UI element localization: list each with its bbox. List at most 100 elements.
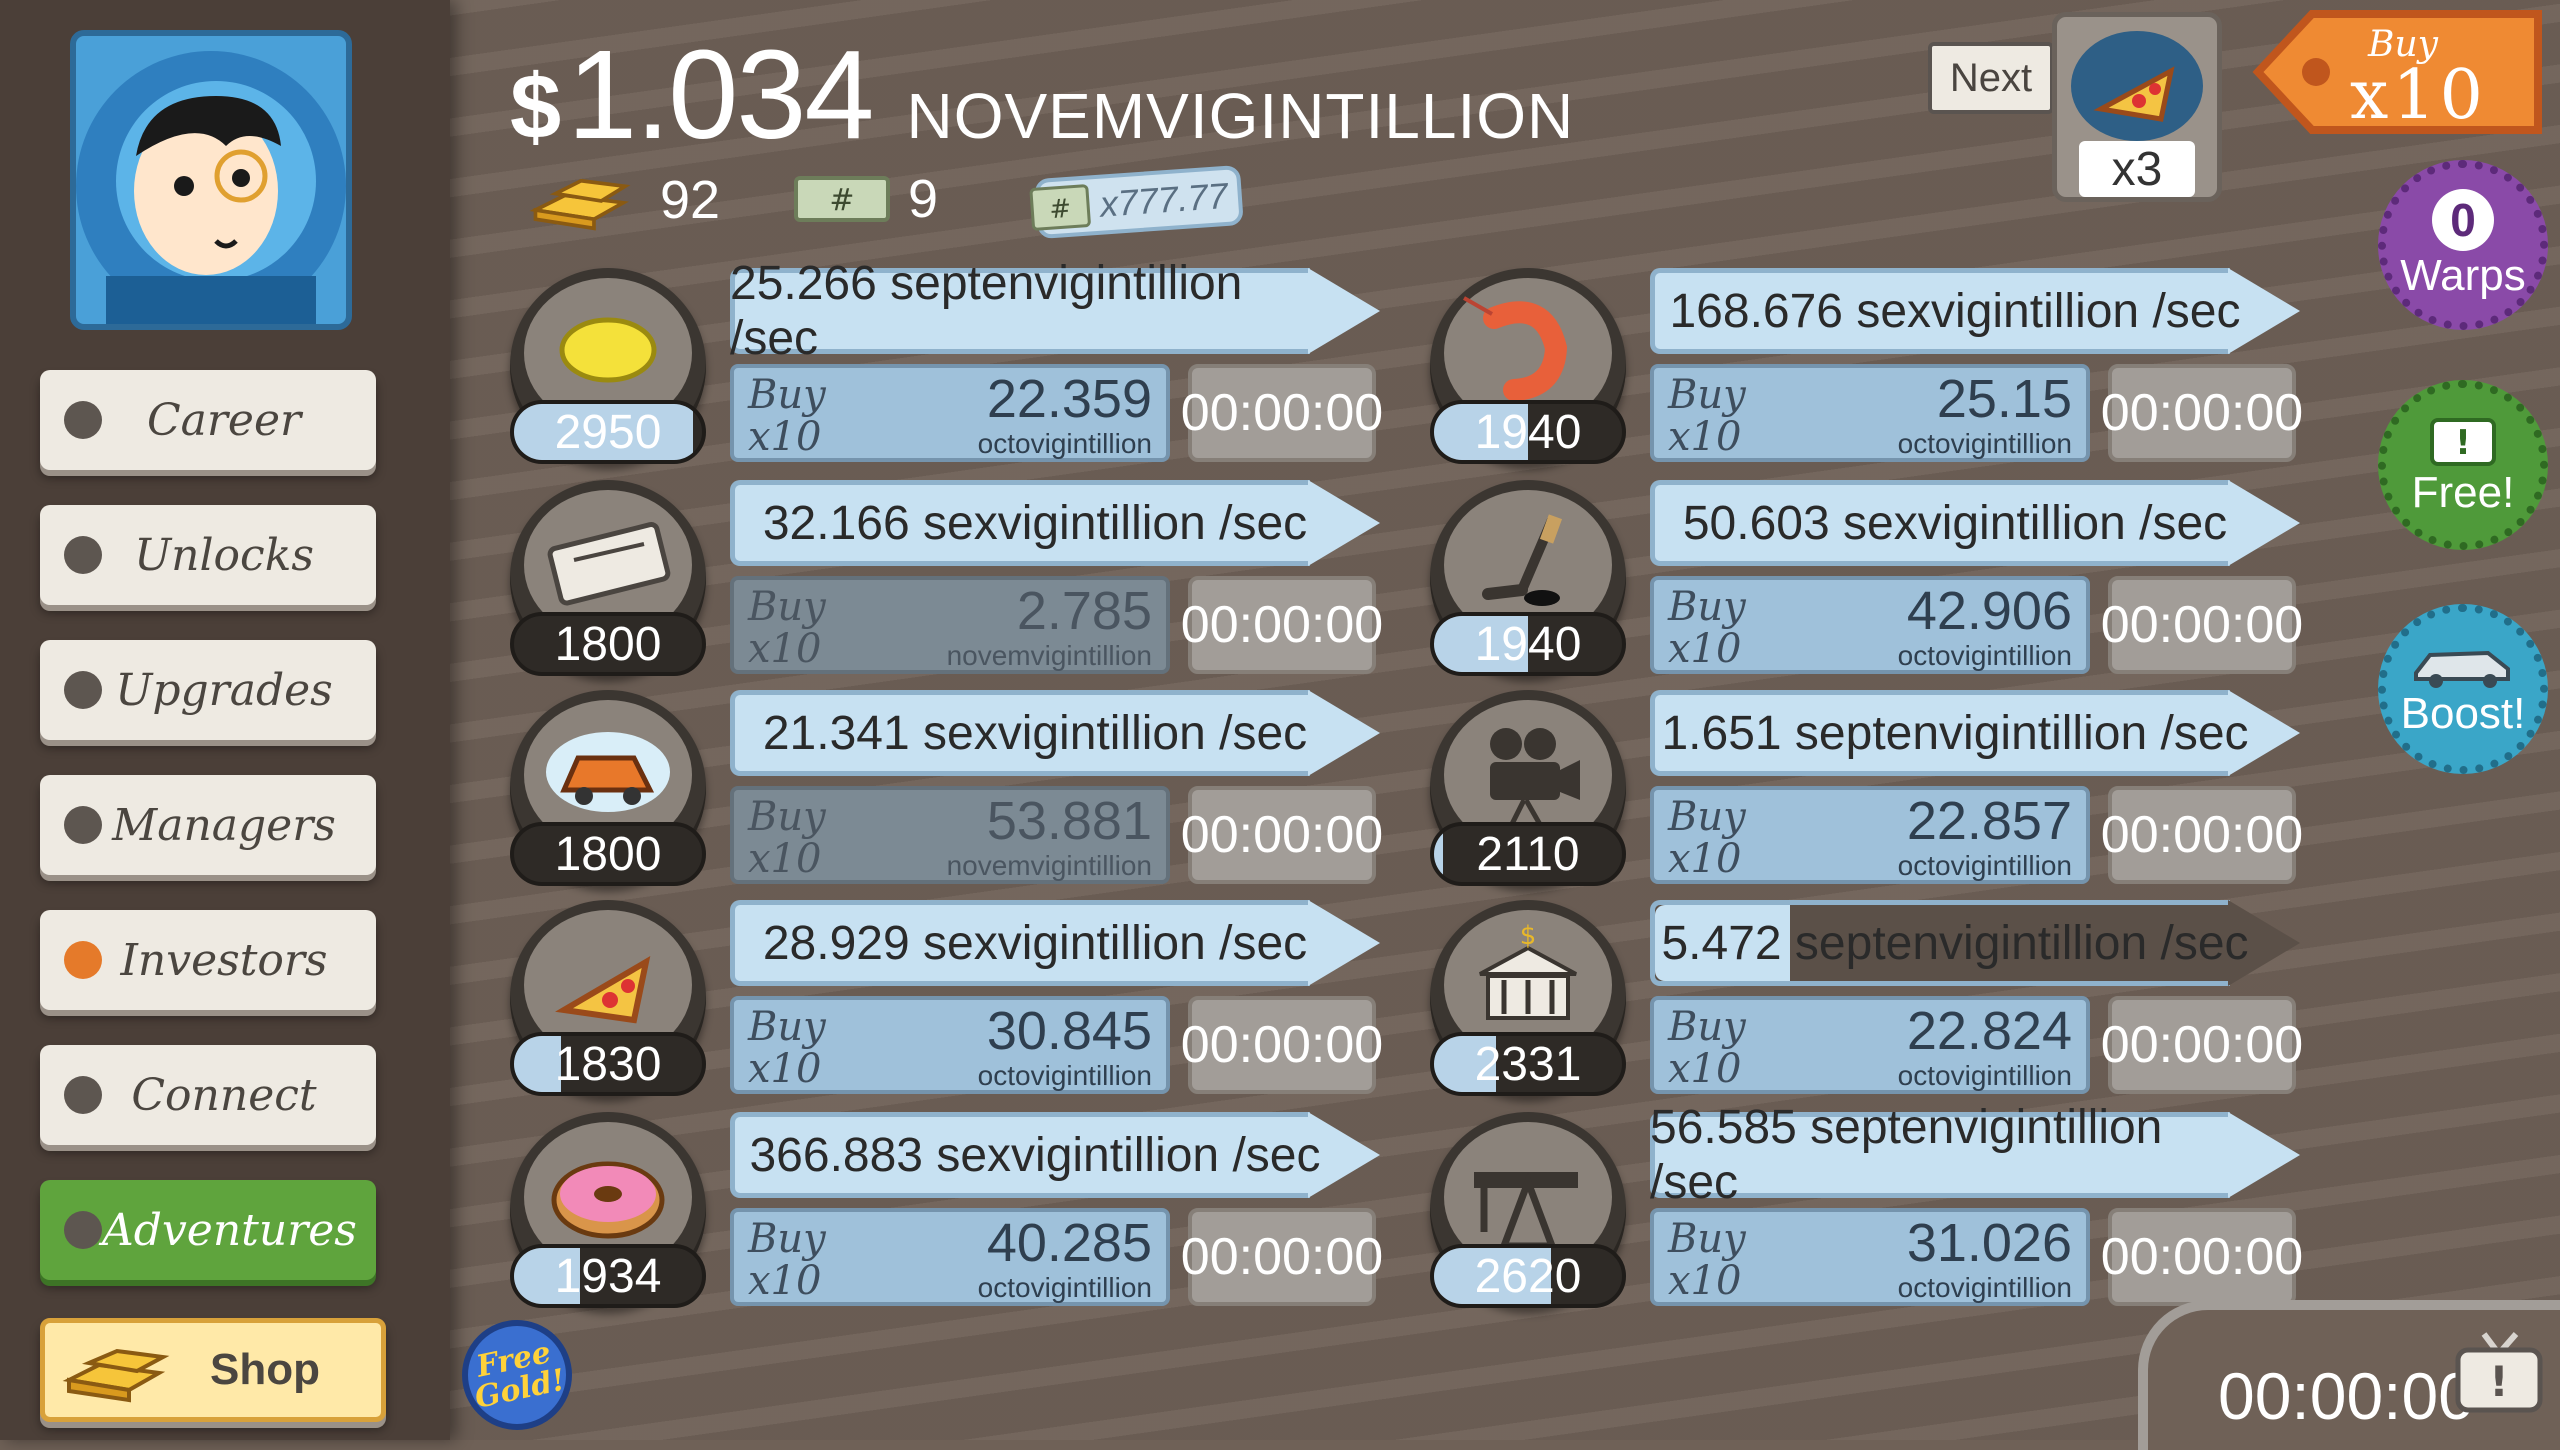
status-dot: [64, 671, 102, 709]
buy-business-button[interactable]: Buy x10 22.857 octovigintillion: [1650, 786, 2090, 884]
business-rate-bar[interactable]: 5.472 septenvigintillion /sec: [1650, 900, 2300, 986]
business-rate-bar[interactable]: 56.585 septenvigintillion /sec: [1650, 1101, 2300, 1209]
sidebar-item-label: Unlocks: [134, 529, 314, 581]
sidebar-item-label: Connect: [131, 1069, 317, 1121]
tv-icon: !: [2430, 418, 2496, 466]
buy-business-button[interactable]: Buy x10 31.026 octovigintillion: [1650, 1208, 2090, 1306]
sidebar-item-managers[interactable]: Managers: [40, 775, 376, 875]
next-unlock-button[interactable]: Next: [1928, 42, 2054, 114]
buy-cost: 40.285: [986, 1213, 1152, 1273]
status-dot: [64, 536, 102, 574]
event-timer: 00:00:00: [2218, 1359, 2475, 1433]
business-count: 1940: [1430, 400, 1626, 464]
buy-label: Buy: [748, 584, 826, 630]
business-count-value: 1934: [554, 1249, 662, 1303]
business-rate-bar[interactable]: 28.929 sexvigintillion /sec: [730, 900, 1380, 986]
business-count: 2620: [1430, 1244, 1626, 1308]
business-timer: 00:00:00: [2101, 996, 2303, 1094]
car-icon: [2414, 650, 2510, 688]
warps-button[interactable]: 0 Warps: [2378, 160, 2548, 330]
business-timer-value: 00:00:00: [1180, 1016, 1384, 1074]
next-unlock-panel[interactable]: x3: [2052, 12, 2222, 202]
business-rate-text: 50.603 sexvigintillion /sec: [1682, 496, 2228, 550]
boost-button[interactable]: Boost!: [2378, 604, 2548, 774]
business-rate-bar[interactable]: 1.651 septenvigintillion /sec: [1650, 690, 2300, 776]
buy-label: Buy: [748, 1216, 826, 1262]
buy-label: Buy: [1668, 794, 1746, 840]
free-label: Free!: [2411, 468, 2515, 517]
business-rate-bar[interactable]: 168.676 sexvigintillion /sec: [1650, 268, 2300, 354]
free-gold-button[interactable]: Free Gold!: [462, 1320, 572, 1430]
buy-label: Buy: [1668, 584, 1746, 630]
svg-text:$: $: [1520, 921, 1537, 951]
buy-cost: 2.785: [1016, 581, 1152, 641]
buy-business-button[interactable]: Buy x10 53.881 novemvigintillion: [730, 786, 1170, 884]
business-rate-text: 366.883 sexvigintillion /sec: [749, 1128, 1321, 1182]
buy-business-button[interactable]: Buy x10 22.359 octovigintillion: [730, 364, 1170, 462]
buy-cost: 30.845: [986, 1001, 1152, 1061]
sidebar-item-adventures[interactable]: Adventures: [40, 1180, 376, 1280]
avatar[interactable]: [70, 30, 352, 330]
event-timer-panel[interactable]: 00:00:00 !: [2138, 1300, 2560, 1450]
buy-label: Buy: [748, 372, 826, 418]
buy-cost-unit: octovigintillion: [1897, 850, 2072, 881]
sidebar-item-unlocks[interactable]: Unlocks: [40, 505, 376, 605]
sidebar-item-career[interactable]: Career: [40, 370, 376, 470]
business-rate-bar[interactable]: 50.603 sexvigintillion /sec: [1650, 480, 2300, 566]
sidebar-item-connect[interactable]: Connect: [40, 1045, 376, 1145]
business-count: 1830: [510, 1032, 706, 1096]
sidebar-item-label: Upgrades: [115, 664, 333, 716]
shop-button[interactable]: Shop: [40, 1318, 386, 1422]
business-count: 1800: [510, 822, 706, 886]
sidebar-item-label: Managers: [112, 799, 336, 851]
megabucks-counter[interactable]: # 9: [792, 168, 938, 230]
buy-business-button[interactable]: Buy x10 22.824 octovigintillion: [1650, 996, 2090, 1094]
buy-quantity: x10: [748, 1046, 822, 1092]
business-count-value: 2331: [1474, 1037, 1582, 1091]
business-timer-value: 00:00:00: [2100, 596, 2304, 654]
buy-cost-unit: octovigintillion: [1897, 1272, 2072, 1303]
business-timer-value: 00:00:00: [2100, 806, 2304, 864]
buy-business-button[interactable]: Buy x10 25.15 octovigintillion: [1650, 364, 2090, 462]
money-amount: 1.034: [567, 24, 874, 165]
status-dot: [64, 401, 102, 439]
buy-business-button[interactable]: Buy x10 40.285 octovigintillion: [730, 1208, 1170, 1306]
sidebar: Career Unlocks Upgrades Managers Investo…: [0, 0, 450, 1440]
buy-mode-qty: x10: [2350, 56, 2487, 135]
sidebar-item-label: Adventures: [102, 1204, 357, 1256]
buy-cost-unit: novemvigintillion: [946, 640, 1152, 671]
business-timer: 00:00:00: [1181, 786, 1383, 884]
business-timer-value: 00:00:00: [1180, 806, 1384, 864]
buy-business-button[interactable]: Buy x10 2.785 novemvigintillion: [730, 576, 1170, 674]
sidebar-item-label: Career: [146, 394, 302, 446]
astronaut-avatar-icon: [76, 51, 346, 324]
business-count: 1934: [510, 1244, 706, 1308]
business-rate-bar[interactable]: 21.341 sexvigintillion /sec: [730, 690, 1380, 776]
megabucks-icon: #: [794, 176, 890, 222]
business-rate-bar[interactable]: 366.883 sexvigintillion /sec: [730, 1112, 1380, 1198]
next-multiplier: x3: [2079, 141, 2195, 197]
buy-label: Buy: [1668, 1004, 1746, 1050]
next-label: Next: [1949, 55, 2033, 100]
free-tv-button[interactable]: ! Free!: [2378, 380, 2548, 550]
business-rate-bar[interactable]: 32.166 sexvigintillion /sec: [730, 480, 1380, 566]
gold-counter[interactable]: 92: [528, 168, 720, 232]
sidebar-item-investors[interactable]: Investors: [40, 910, 376, 1010]
business-count-value: 1940: [1474, 405, 1582, 459]
buy-business-button[interactable]: Buy x10 30.845 octovigintillion: [730, 996, 1170, 1094]
buy-quantity: x10: [1668, 836, 1742, 882]
business-count: 2331: [1430, 1032, 1626, 1096]
buy-cost-unit: octovigintillion: [1897, 640, 2072, 671]
gold-bars-icon: [529, 178, 631, 231]
business-rate-text: 168.676 sexvigintillion /sec: [1669, 284, 2241, 338]
svg-text:#: #: [1048, 194, 1072, 225]
business-rate-bar[interactable]: 25.266 septenvigintillion /sec: [730, 257, 1380, 365]
business-timer-value: 00:00:00: [2100, 1016, 2304, 1074]
sidebar-item-upgrades[interactable]: Upgrades: [40, 640, 376, 740]
buy-cost: 22.857: [1906, 791, 2072, 851]
buy-business-button[interactable]: Buy x10 42.906 octovigintillion: [1650, 576, 2090, 674]
buy-label: Buy: [1668, 372, 1746, 418]
buy-quantity: x10: [748, 414, 822, 460]
buy-mode-button[interactable]: Buy x10: [2250, 4, 2550, 140]
status-dot-active: [64, 941, 102, 979]
